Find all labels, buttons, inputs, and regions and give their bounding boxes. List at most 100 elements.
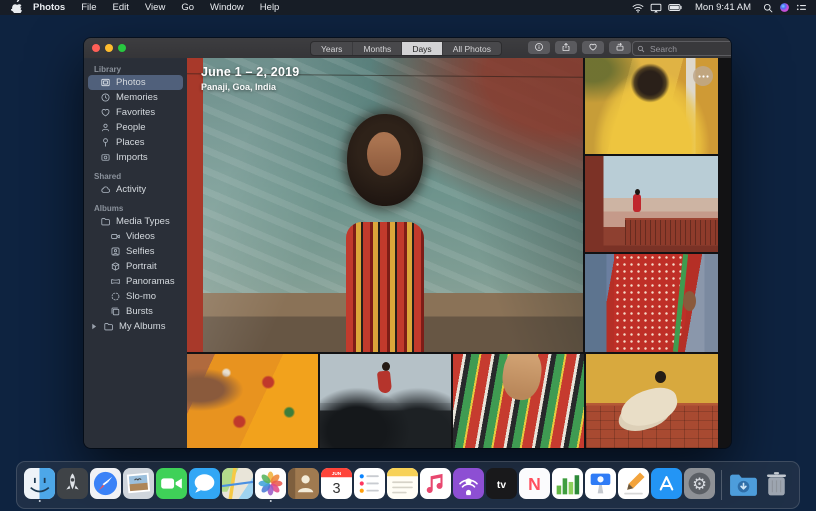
dock-downloads-icon[interactable] [728, 468, 759, 502]
dock-music-icon[interactable] [420, 468, 451, 502]
sari-figure [633, 194, 641, 212]
sidebar-item-media-types[interactable]: Media Types [88, 214, 183, 229]
dock-messages-icon[interactable] [189, 468, 220, 502]
dock-app-store-icon[interactable] [651, 468, 682, 502]
dock-keynote-icon[interactable] [585, 468, 616, 502]
running-indicator [269, 500, 272, 503]
menu-window[interactable]: Window [202, 2, 252, 13]
dock-photos-icon[interactable] [255, 468, 286, 502]
child-head [382, 362, 390, 371]
dock-launchpad-icon[interactable] [57, 468, 88, 502]
minimize-button[interactable] [105, 44, 113, 52]
photo-child-red-dress-rocks[interactable] [320, 354, 451, 448]
tab-all-photos[interactable]: All Photos [443, 42, 501, 55]
menu-view[interactable]: View [137, 2, 173, 13]
notification-center-icon[interactable] [793, 3, 810, 12]
svg-text:⚙: ⚙ [692, 474, 707, 493]
dock-safari-icon[interactable] [90, 468, 121, 502]
menu-help[interactable]: Help [252, 2, 288, 13]
photo-group-header: June 1 – 2, 2019 Panaji, Goa, India [201, 65, 299, 92]
toolbar-buttons [528, 41, 631, 54]
menu-items: PhotosFileEditViewGoWindowHelp [25, 2, 287, 13]
close-button[interactable] [92, 44, 100, 52]
dock-numbers-icon[interactable] [552, 468, 583, 502]
status-icons-right [760, 2, 810, 13]
zoom-button[interactable] [118, 44, 126, 52]
sidebar-item-videos[interactable]: Videos [88, 229, 183, 244]
search-input[interactable] [648, 43, 722, 55]
dock-pages-icon[interactable] [618, 468, 649, 502]
photo-woman-red-sari-plaza[interactable] [585, 156, 718, 252]
sidebar-item-bursts[interactable]: Bursts [88, 304, 183, 319]
disclosure-triangle-icon[interactable] [91, 323, 97, 330]
dock-tv-icon[interactable]: tv [486, 468, 517, 502]
dock-facetime-icon[interactable] [156, 468, 187, 502]
sidebar-item-label: Selfies [126, 246, 155, 257]
share-button[interactable] [555, 41, 577, 54]
tab-months[interactable]: Months [353, 42, 402, 55]
share-icon [561, 39, 571, 57]
photo-woman-orange-sari[interactable] [187, 354, 318, 448]
sidebar-item-photos[interactable]: Photos [88, 75, 183, 90]
menu-edit[interactable]: Edit [105, 2, 137, 13]
info-button[interactable] [528, 41, 550, 54]
menu-bar-clock[interactable]: Mon 9:41 AM [690, 2, 756, 13]
rotate-icon [615, 39, 625, 57]
siri-icon[interactable] [776, 2, 793, 13]
sidebar-item-selfies[interactable]: Selfies [88, 244, 183, 259]
display-mirroring-icon[interactable] [647, 3, 665, 13]
menu-file[interactable]: File [73, 2, 104, 13]
sidebar-item-portrait[interactable]: Portrait [88, 259, 183, 274]
dock-calendar-icon[interactable]: JUN3 [321, 468, 352, 502]
apple-menu-icon[interactable] [7, 0, 25, 16]
sidebar-item-favorites[interactable]: Favorites [88, 105, 183, 120]
dock-contacts-icon[interactable] [288, 468, 319, 502]
dock-notes-icon[interactable] [387, 468, 418, 502]
sidebar-item-label: Bursts [126, 306, 153, 317]
sidebar-item-my-albums[interactable]: My Albums [88, 319, 183, 334]
menu-go[interactable]: Go [173, 2, 202, 13]
photo-hero-woman-striped-top[interactable] [187, 58, 583, 352]
dock-podcasts-icon[interactable] [453, 468, 484, 502]
photo-hand-striped-fabric[interactable] [453, 354, 584, 448]
menu-photos[interactable]: Photos [25, 2, 73, 13]
sidebar-item-label: Favorites [116, 107, 155, 118]
more-options-button[interactable] [693, 66, 713, 86]
photo-woman-bandhani-sari[interactable] [585, 254, 718, 352]
sidebar-item-label: Photos [116, 77, 146, 88]
menu-bar: PhotosFileEditViewGoWindowHelp Mon 9:41 … [0, 0, 816, 15]
selfie-icon [110, 246, 121, 257]
dock-finder-icon[interactable] [24, 468, 55, 502]
portrait-icon [110, 261, 121, 272]
sidebar-item-label: Videos [126, 231, 155, 242]
sidebar-item-slo-mo[interactable]: Slo-mo [88, 289, 183, 304]
favorite-button[interactable] [582, 41, 604, 54]
search-field[interactable] [632, 41, 731, 56]
hero-face [367, 132, 401, 176]
dock-preview-icon[interactable] [123, 468, 154, 502]
rotate-button[interactable] [609, 41, 631, 54]
tab-years[interactable]: Years [311, 42, 353, 55]
sidebar-item-activity[interactable]: Activity [88, 182, 183, 197]
sidebar-item-label: Portrait [126, 261, 157, 272]
sidebar-item-label: My Albums [119, 321, 165, 332]
dock-maps-icon[interactable] [222, 468, 253, 502]
sidebar-item-panoramas[interactable]: Panoramas [88, 274, 183, 289]
dock-news-icon[interactable]: N [519, 468, 550, 502]
dock-reminders-icon[interactable] [354, 468, 385, 502]
photo-dancer-cream-fabric[interactable] [586, 354, 718, 448]
dock-system-preferences-icon[interactable]: ⚙ [684, 468, 715, 502]
sidebar-item-memories[interactable]: Memories [88, 90, 183, 105]
battery-icon[interactable] [665, 3, 686, 12]
sidebar-item-imports[interactable]: Imports [88, 150, 183, 165]
svg-text:N: N [528, 474, 541, 494]
sidebar-item-places[interactable]: Places [88, 135, 183, 150]
window-titlebar[interactable]: YearsMonthsDaysAll Photos [84, 38, 731, 59]
wifi-icon[interactable] [629, 3, 647, 13]
dancer-hair [655, 371, 666, 383]
spotlight-search-icon[interactable] [760, 3, 776, 13]
tab-days[interactable]: Days [402, 42, 442, 55]
dock-trash-icon[interactable] [761, 468, 792, 502]
sidebar-item-label: Panoramas [126, 276, 175, 287]
sidebar-item-people[interactable]: People [88, 120, 183, 135]
